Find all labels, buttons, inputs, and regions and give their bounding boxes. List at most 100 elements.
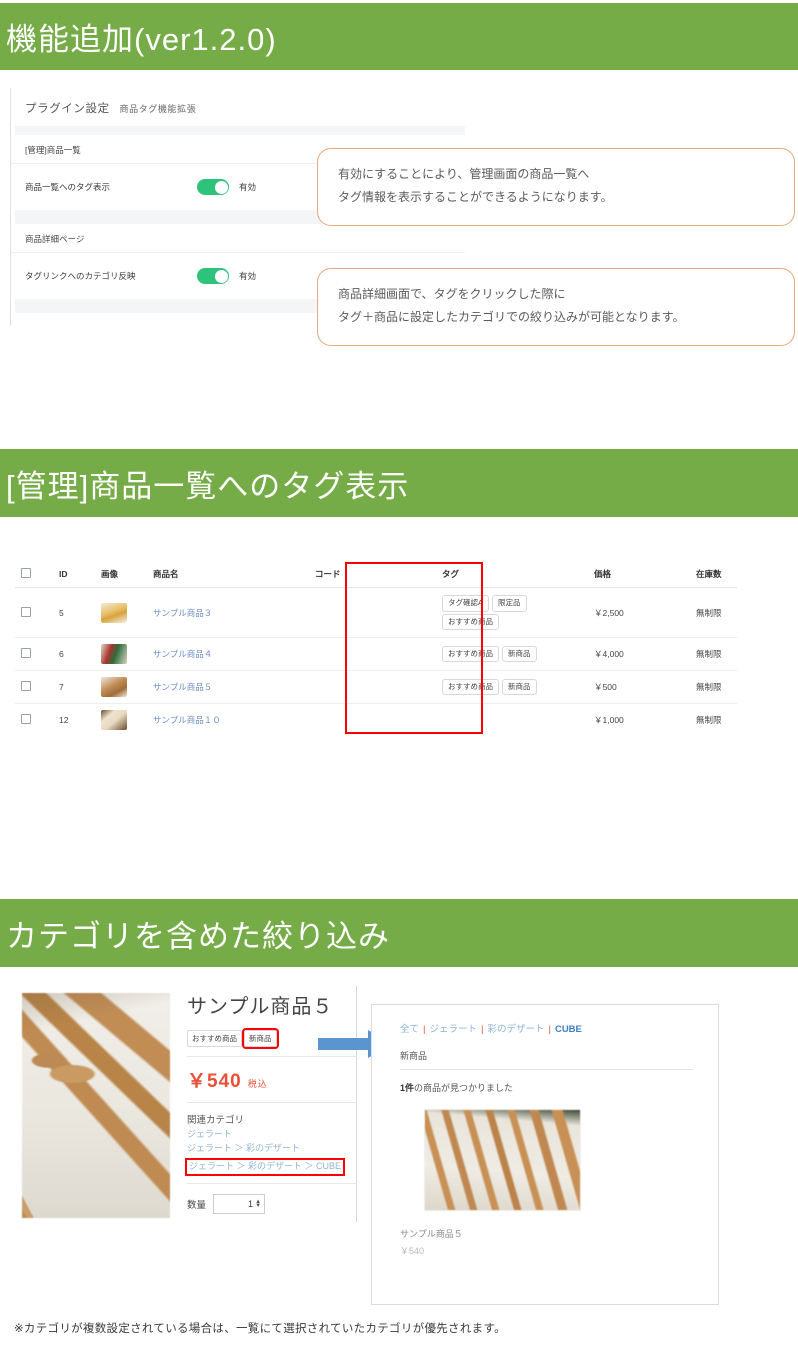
admin-product-list-table: ID 画像 商品名 コード タグ 価格 在庫数 公開状態 登録日 5 サンプル商… [15,561,737,735]
quantity-value: 1 [248,1198,254,1209]
breadcrumb-item-gelato[interactable]: ジェラート [429,1024,477,1035]
product-name-link[interactable]: サンプル商品４ [153,649,212,659]
row-checkbox-cell[interactable] [15,637,53,671]
callout-line-1: 商品詳細画面で、タグをクリックした際に [338,287,566,301]
callout-bubble-tag-link: 商品詳細画面で、タグをクリックした際に タグ＋商品に設定したカテゴリでの絞り込み… [317,268,795,346]
table-header-image: 画像 [95,561,147,588]
section-header-title: [管理]商品一覧へのタグ表示 [6,468,410,504]
product-name-link[interactable]: サンプル商品５ [153,682,212,692]
tag-chip[interactable]: 新商品 [502,645,537,663]
row-price: ￥1,000 [588,703,690,735]
breadcrumb-item-all[interactable]: 全て [400,1024,419,1035]
result-item-name[interactable]: サンプル商品５ [400,1227,693,1240]
table-header-stock: 在庫数 [690,561,737,588]
toggle-state-label-show-tags-in-list: 有効 [239,182,257,192]
toggle-knob-icon [214,180,228,194]
row-name-cell[interactable]: サンプル商品４ [147,637,309,671]
row-stock: 無制限 [690,703,737,735]
checkbox-icon[interactable] [21,681,31,691]
breadcrumb-separator: | [423,1024,426,1035]
row-id: 12 [53,703,95,735]
quantity-row: 数量 1 ▲ ▼ [187,1193,357,1214]
plugin-settings-title-main: プラグイン設定 [25,103,110,115]
result-item-image[interactable] [424,1109,581,1211]
row-stock: 無制限 [690,587,737,638]
callout-bubble-show-tags: 有効にすることにより、管理画面の商品一覧へ タグ情報を表示することができるように… [317,148,795,226]
table-header-tag: タグ [436,561,588,588]
row-name-cell[interactable]: サンプル商品５ [147,670,309,704]
product-thumbnail-image [101,602,127,623]
toggle-switch-show-tags-in-list[interactable] [197,179,229,195]
row-name-cell[interactable]: サンプル商品１０ [147,703,309,735]
table-row[interactable]: 12 サンプル商品１０ ￥1,000 無制限 公開 2020/ [15,703,737,735]
table-row[interactable]: 7 サンプル商品５ おすすめ商品新商品 ￥500 無制限 公開 2020/ [15,670,737,704]
breadcrumb-separator: | [548,1024,551,1035]
callout-line-2: タグ情報を表示することができるようになります。 [338,189,613,204]
checkbox-icon[interactable] [21,568,31,578]
tag-chip[interactable]: おすすめ商品 [442,678,499,696]
filtered-result-panel: 全て | ジェラート | 彩のデザート | CUBE 新商品 1件の商品が見つかりました サ… [371,1004,719,1305]
row-name-cell[interactable]: サンプル商品３ [147,587,309,638]
result-item-price: ￥540 [400,1246,425,1256]
table-header-row: ID 画像 商品名 コード タグ 価格 在庫数 公開状態 登録日 [15,561,737,588]
breadcrumb-item-dessert[interactable]: 彩のデザート [487,1024,544,1035]
tag-chip[interactable]: 新商品 [502,678,537,696]
table-header-select-all[interactable] [15,561,53,588]
result-breadcrumb: 全て | ジェラート | 彩のデザート | CUBE [400,1021,693,1035]
checkbox-icon[interactable] [21,648,31,658]
toggle-state-label-tag-link-category: 有効 [239,271,257,281]
divider [187,1102,357,1103]
row-price: ￥500 [588,670,690,704]
row-code [309,670,436,704]
product-thumbnail-image [101,677,127,697]
section-header-admin-tag-display: [管理]商品一覧へのタグ表示 [0,449,798,517]
row-code [309,637,436,671]
price-value: ￥540 [187,1071,242,1092]
row-image-cell [95,670,147,704]
setting-group-label-detail-page: 商品詳細ページ [11,224,465,253]
related-category-link-2[interactable]: ジェラート ＞ 彩のデザート [187,1142,357,1156]
product-name-link[interactable]: サンプル商品１０ [153,715,221,725]
stepper-arrows-icon[interactable]: ▲ ▼ [255,1199,261,1209]
row-price: ￥2,500 [588,587,690,638]
footnote-text: ※カテゴリが複数設定されている場合は、一覧にて選択されていたカテゴリが優先されま… [14,1323,506,1335]
quantity-label: 数量 [187,1199,207,1211]
tag-chip[interactable]: おすすめ商品 [442,645,499,663]
row-image-cell [95,703,147,735]
detail-tag-chip[interactable]: おすすめ商品 [187,1030,242,1047]
table-row[interactable]: 6 サンプル商品４ おすすめ商品新商品 ￥4,000 無制限 公開 2020/ [15,637,737,671]
setting-label-show-tags-in-list: 商品一覧へのタグ表示 [25,182,111,192]
tag-chip[interactable]: おすすめ商品 [442,613,499,630]
related-category-link-1[interactable]: ジェラート [187,1128,357,1142]
callout-line-2: タグ＋商品に設定したカテゴリでの絞り込みが可能となります。 [338,309,685,324]
divider [187,1182,357,1184]
price-tax-label: 税込 [247,1079,268,1089]
admin-product-list-table-wrap: ID 画像 商品名 コード タグ 価格 在庫数 公開状態 登録日 5 サンプル商… [15,561,737,735]
product-name-link[interactable]: サンプル商品３ [153,608,212,618]
checkbox-icon[interactable] [21,714,31,724]
row-tags-cell: おすすめ商品 新商品 [436,637,588,671]
row-stock: 無制限 [690,637,737,671]
table-row[interactable]: 5 サンプル商品３ タグ確認A限定品 おすすめ商品 ￥2,500 無制限 公開 … [15,587,737,638]
product-thumbnail-image [101,710,127,730]
section-header-title: カテゴリを含めた絞り込み [6,918,390,954]
related-category-link-3-highlighted[interactable]: ジェラート ＞ 彩のデザート ＞ CUBE [184,1157,346,1176]
quantity-stepper[interactable]: 1 ▲ ▼ [213,1193,266,1214]
setting-label-tag-link-category: タグリンクへのカテゴリ反映 [25,271,136,281]
row-checkbox-cell[interactable] [15,670,53,704]
product-detail-title: サンプル商品５ [187,996,334,1018]
row-checkbox-cell[interactable] [15,703,53,735]
tag-chip[interactable]: タグ確認A [442,595,490,612]
table-header-id: ID [53,561,95,588]
row-checkbox-cell[interactable] [15,587,53,638]
toggle-switch-tag-link-category[interactable] [197,268,229,284]
row-code [309,703,436,735]
result-count-text: 1件の商品が見つかりました [400,1081,693,1094]
detail-tag-chip-highlighted[interactable]: 新商品 [242,1028,279,1049]
related-category-title: 関連カテゴリ [187,1115,245,1126]
tag-chip[interactable]: 限定品 [492,595,527,612]
section-header-feature-addition: 機能追加(ver1.2.0) [0,3,798,70]
row-tags-cell: おすすめ商品 新商品 [436,670,588,704]
breadcrumb-item-cube-current[interactable]: CUBE [555,1024,582,1035]
checkbox-icon[interactable] [21,606,31,617]
